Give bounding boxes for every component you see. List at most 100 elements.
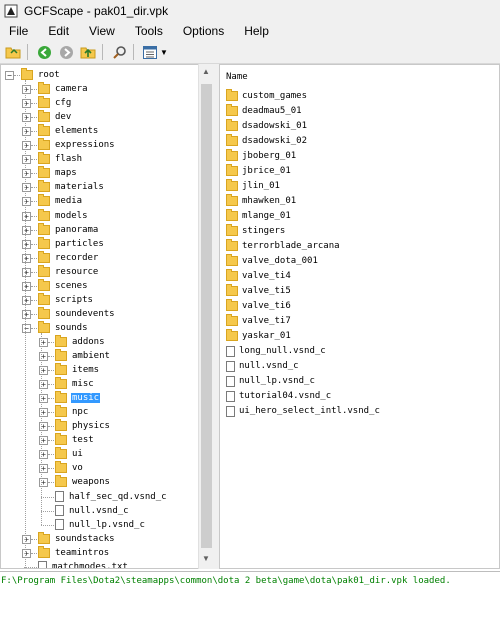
tree-vertical-scrollbar[interactable]: ▲ ▼: [198, 64, 214, 569]
expand-toggle-icon[interactable]: +: [22, 281, 31, 291]
tree-folder-item[interactable]: dev: [38, 110, 72, 124]
tree-folder-item[interactable]: sounds: [38, 320, 89, 335]
tree-folder-item[interactable]: expressions: [38, 138, 116, 152]
file-list-item[interactable]: long_null.vsnd_c: [226, 344, 326, 359]
expand-toggle-icon[interactable]: +: [22, 534, 31, 544]
folder-tree-pane[interactable]: root − camera + cfg + dev + elements + expressions…: [0, 64, 214, 569]
expand-toggle-icon[interactable]: +: [22, 127, 31, 137]
tree-folder-item[interactable]: test: [55, 433, 95, 447]
file-list-pane[interactable]: Name custom_games deadmau5_01 dsadowski_01…: [219, 64, 500, 569]
up-folder-button[interactable]: [79, 43, 97, 61]
expand-toggle-icon[interactable]: +: [22, 548, 31, 558]
scroll-down-icon[interactable]: ▼: [202, 554, 210, 563]
find-button[interactable]: [110, 43, 128, 61]
folder-list-item[interactable]: valve_ti4: [226, 268, 291, 283]
expand-toggle-icon[interactable]: +: [22, 85, 31, 95]
expand-toggle-icon[interactable]: +: [22, 99, 31, 109]
folder-list-item[interactable]: dsadowski_01: [226, 118, 307, 133]
expand-toggle-icon[interactable]: +: [22, 295, 31, 305]
tree-folder-item[interactable]: media: [38, 194, 83, 208]
tree-folder-item[interactable]: soundevents: [38, 306, 116, 321]
folder-list-item[interactable]: stingers: [226, 223, 285, 238]
scroll-up-icon[interactable]: ▲: [202, 67, 210, 76]
folder-list-item[interactable]: jboberg_01: [226, 148, 296, 163]
folder-list-item[interactable]: valve_dota_001: [226, 253, 318, 268]
tree-file-item[interactable]: null_lp.vsnd_c: [55, 518, 146, 532]
expand-toggle-icon[interactable]: +: [22, 267, 31, 277]
tree-folder-item[interactable]: teamintros: [38, 545, 110, 560]
tree-folder-item[interactable]: vo: [55, 461, 84, 475]
list-item-label: mlange_01: [242, 210, 291, 221]
folder-list-item[interactable]: valve_ti7: [226, 313, 291, 328]
tree-folder-item[interactable]: addons: [55, 334, 106, 349]
expand-toggle-icon[interactable]: +: [22, 253, 31, 263]
menu-help[interactable]: Help: [235, 24, 276, 38]
folder-list-item[interactable]: valve_ti6: [226, 298, 291, 313]
expand-toggle-icon[interactable]: +: [22, 169, 31, 179]
tree-folder-item[interactable]: camera: [38, 82, 89, 96]
folder-list-item[interactable]: dsadowski_02: [226, 133, 307, 148]
menu-tools[interactable]: Tools: [126, 24, 170, 38]
tree-folder-item[interactable]: misc: [55, 377, 95, 391]
tree-folder-item[interactable]: ui: [55, 447, 84, 461]
tree-folder-item[interactable]: music: [55, 391, 101, 405]
tree-folder-item[interactable]: maps: [38, 166, 78, 180]
tree-folder-item[interactable]: ambient: [55, 349, 111, 363]
folder-list-item[interactable]: mlange_01: [226, 208, 291, 223]
folder-list-item[interactable]: valve_ti5: [226, 283, 291, 298]
menu-view[interactable]: View: [80, 24, 122, 38]
tree-folder-item[interactable]: resource: [38, 264, 99, 279]
expand-toggle-icon[interactable]: +: [22, 141, 31, 151]
tree-file-item[interactable]: null.vsnd_c: [55, 504, 130, 518]
expand-toggle-icon[interactable]: +: [22, 211, 31, 221]
tree-folder-item[interactable]: flash: [38, 152, 83, 166]
tree-folder-item[interactable]: soundstacks: [38, 531, 116, 546]
menu-edit[interactable]: Edit: [39, 24, 76, 38]
folder-list-item[interactable]: jlin_01: [226, 178, 280, 193]
expand-toggle-icon[interactable]: +: [22, 239, 31, 249]
tree-folder-item[interactable]: physics: [55, 419, 111, 433]
expand-toggle-icon[interactable]: +: [22, 197, 31, 207]
tree-folder-item[interactable]: panorama: [38, 222, 99, 237]
tree-folder-item[interactable]: elements: [38, 124, 99, 138]
tree-folder-item[interactable]: materials: [38, 180, 105, 194]
folder-list-item[interactable]: custom_games: [226, 88, 307, 103]
expand-toggle-icon[interactable]: +: [22, 155, 31, 165]
tree-folder-item[interactable]: particles: [38, 236, 105, 251]
tree-folder-item[interactable]: models: [38, 208, 89, 223]
tree-folder-item[interactable]: recorder: [38, 250, 99, 265]
tree-folder-item[interactable]: cfg: [38, 96, 72, 110]
open-folder-button[interactable]: [4, 43, 22, 61]
expand-toggle-icon[interactable]: +: [22, 183, 31, 193]
view-mode-button[interactable]: [141, 43, 159, 61]
expand-toggle-icon[interactable]: +: [22, 309, 31, 319]
view-mode-dropdown-icon[interactable]: ▼: [160, 48, 168, 57]
back-button[interactable]: [35, 43, 53, 61]
folder-list-item[interactable]: terrorblade_arcana: [226, 238, 340, 253]
scrollbar-thumb[interactable]: [201, 84, 212, 548]
folder-list-item[interactable]: jbrice_01: [226, 163, 291, 178]
expand-toggle-icon[interactable]: +: [22, 225, 31, 235]
tree-folder-item[interactable]: scenes: [38, 278, 89, 293]
menu-file[interactable]: File: [0, 24, 35, 38]
tree-folder-item[interactable]: weapons: [55, 475, 111, 489]
tree-file-item[interactable]: half_sec_qd.vsnd_c: [55, 490, 168, 504]
forward-button[interactable]: [57, 43, 75, 61]
expand-toggle-icon[interactable]: −: [5, 71, 14, 80]
folder-list-item[interactable]: deadmau5_01: [226, 103, 302, 118]
tree-folder-item[interactable]: root: [21, 68, 61, 82]
folder-list-item[interactable]: mhawken_01: [226, 193, 296, 208]
tree-folder-item[interactable]: scripts: [38, 292, 94, 307]
file-list-item[interactable]: null_lp.vsnd_c: [226, 374, 315, 389]
expand-toggle-icon[interactable]: +: [22, 113, 31, 123]
tree-folder-item[interactable]: npc: [55, 405, 89, 419]
folder-list-item[interactable]: yaskar_01: [226, 328, 291, 343]
file-list-item[interactable]: null.vsnd_c: [226, 359, 299, 374]
menu-options[interactable]: Options: [174, 24, 231, 38]
name-column-header[interactable]: Name: [226, 72, 248, 82]
tree-folder-item[interactable]: items: [55, 363, 100, 377]
file-list-item[interactable]: tutorial04.vsnd_c: [226, 389, 331, 404]
tree-file-item[interactable]: matchmodes.txt: [38, 560, 129, 568]
file-list-item[interactable]: ui_hero_select_intl.vsnd_c: [226, 404, 380, 419]
expand-toggle-icon[interactable]: −: [22, 323, 31, 333]
